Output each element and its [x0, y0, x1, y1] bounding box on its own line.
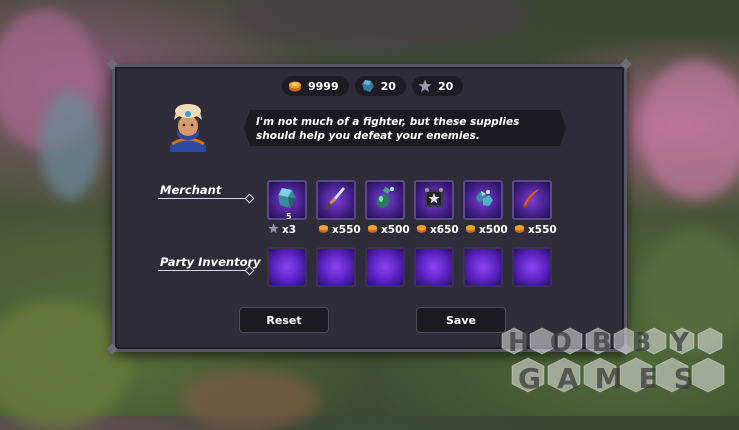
gem-cluster-icon — [470, 185, 496, 215]
gold-icon — [465, 223, 476, 237]
inventory-slot[interactable] — [267, 247, 307, 287]
merchant-slot[interactable] — [414, 180, 454, 220]
gold-amount: 9999 — [308, 79, 339, 93]
hobby-games-watermark: HOBBY GAMES — [500, 326, 736, 416]
bg-blossom-right — [640, 60, 739, 200]
merchant-slot[interactable] — [316, 180, 356, 220]
bg-foliage-bottom-left — [0, 300, 130, 430]
bg-figure-bottom — [180, 370, 320, 430]
price-tag: x500 — [465, 223, 508, 237]
price-tag: x500 — [367, 223, 410, 237]
watermark-line1: HOBBY — [508, 328, 709, 358]
bg-trees-top — [230, 0, 530, 50]
curved-blade-icon — [519, 185, 545, 215]
inventory-slot[interactable] — [365, 247, 405, 287]
bg-waterfall — [40, 90, 100, 200]
dagger-icon — [323, 185, 349, 215]
dialogue-bubble: I'm not much of a fighter, but these sup… — [244, 110, 566, 146]
merchant-portrait — [162, 100, 214, 152]
reset-button[interactable]: Reset — [239, 307, 329, 333]
gold-counter: 9999 — [282, 76, 349, 96]
inventory-slot[interactable] — [463, 247, 503, 287]
price-tag: x550 — [318, 223, 361, 237]
save-button[interactable]: Save — [416, 307, 506, 333]
crystal-shard-icon — [274, 185, 300, 215]
merchant-slot[interactable] — [463, 180, 503, 220]
merchant-slot[interactable] — [512, 180, 552, 220]
merchant-label-underline — [158, 198, 248, 199]
merchant-label: Merchant — [160, 183, 222, 197]
party-inventory-label: Party Inventory — [160, 255, 261, 269]
merchant-slot[interactable]: 5 — [267, 180, 307, 221]
star-amount: 20 — [437, 79, 454, 93]
gem-icon — [361, 79, 375, 93]
party-inventory-underline — [158, 270, 248, 271]
currency-bar: 9999 20 20 — [282, 76, 464, 96]
gold-icon — [416, 223, 427, 237]
price-tag: x650 — [416, 223, 459, 237]
gold-icon — [318, 223, 329, 237]
inventory-slot[interactable] — [316, 247, 356, 287]
gem-amount: 20 — [380, 79, 396, 93]
gold-icon — [514, 223, 525, 237]
gold-icon — [367, 223, 378, 237]
inventory-slot[interactable] — [414, 247, 454, 287]
spellbook-icon — [421, 185, 447, 215]
price-tag: x550 — [514, 223, 557, 237]
inventory-slot[interactable] — [512, 247, 552, 287]
watermark-line2: GAMES — [518, 362, 710, 395]
price-tag: x3 — [268, 223, 296, 237]
gold-icon — [288, 79, 302, 93]
item-quantity: 5 — [286, 212, 292, 221]
star-icon — [418, 79, 432, 93]
gem-counter: 20 — [354, 76, 406, 96]
potion-flask-icon — [372, 185, 398, 215]
star-icon — [268, 223, 279, 237]
star-counter: 20 — [411, 76, 464, 96]
merchant-slot[interactable] — [365, 180, 405, 220]
